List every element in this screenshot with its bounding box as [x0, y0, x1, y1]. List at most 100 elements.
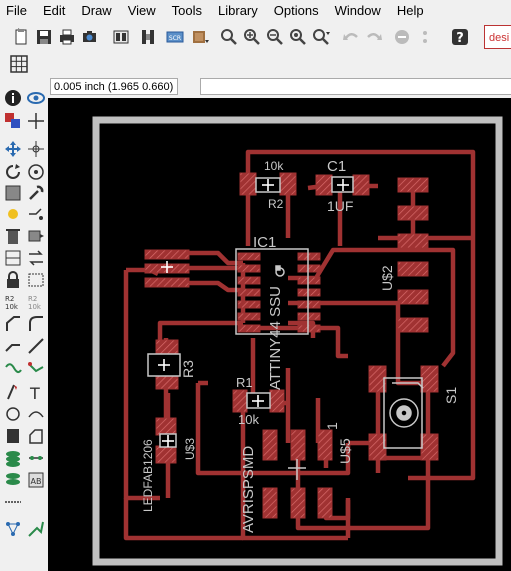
attribute-icon[interactable]: AB: [26, 470, 46, 490]
move-icon[interactable]: [3, 139, 23, 159]
svg-text:?: ?: [456, 31, 464, 46]
optimize-icon[interactable]: [26, 336, 46, 356]
zoom-fit-icon[interactable]: [218, 26, 240, 48]
text-icon[interactable]: T: [26, 382, 46, 402]
save-icon[interactable]: [33, 26, 55, 48]
paste-icon[interactable]: [3, 204, 23, 224]
menu-window[interactable]: Window: [327, 0, 389, 22]
wire-icon[interactable]: [3, 382, 23, 402]
svg-text:R2: R2: [28, 295, 37, 303]
rotate-icon[interactable]: [3, 162, 23, 182]
zoom-in-icon[interactable]: [241, 26, 263, 48]
menu-library[interactable]: Library: [210, 0, 266, 22]
via-icon[interactable]: [3, 448, 23, 468]
copy-icon[interactable]: [26, 139, 46, 159]
menu-options[interactable]: Options: [266, 0, 327, 22]
change-icon[interactable]: [26, 183, 46, 203]
label-c1-value: 1UF: [327, 198, 353, 214]
pinswap-icon[interactable]: [3, 248, 23, 268]
label-ic1-value: ATTINY44 SSU: [267, 286, 284, 390]
smash-icon[interactable]: [26, 270, 46, 290]
hole-icon[interactable]: [3, 470, 23, 490]
script-icon[interactable]: SCR: [164, 26, 186, 48]
menu-bar: File Edit Draw View Tools Library Option…: [0, 0, 511, 22]
menu-file[interactable]: File: [0, 0, 35, 22]
mirror-icon[interactable]: [26, 162, 46, 182]
replace-icon[interactable]: [26, 248, 46, 268]
split-icon[interactable]: [26, 204, 46, 224]
polygon-icon[interactable]: [26, 426, 46, 446]
label-r3: R3: [180, 360, 196, 378]
main-toolbar: SCR ? desi: [0, 22, 511, 53]
board-canvas[interactable]: 10k R2 C1 1UF IC1 ATTINY44 SSU U$2 R3 R1…: [48, 98, 511, 571]
label-ledfab: LEDFAB1206: [141, 439, 155, 512]
svg-text:SCR: SCR: [169, 35, 181, 42]
svg-text:R2: R2: [5, 295, 14, 303]
dimension-icon[interactable]: [3, 492, 23, 512]
miter-icon[interactable]: [3, 314, 23, 334]
svg-text:10k: 10k: [28, 303, 42, 311]
label-one: 1: [324, 422, 340, 430]
name-icon[interactable]: R2 10k: [26, 292, 46, 312]
coordinate-readout: 0.005 inch (1.965 0.660): [50, 78, 178, 95]
zoom-out-icon[interactable]: [264, 26, 286, 48]
layer-icon[interactable]: [189, 26, 211, 48]
menu-draw[interactable]: Draw: [73, 0, 119, 22]
undo-icon[interactable]: [340, 26, 362, 48]
label-us3: U$3: [183, 438, 197, 460]
label-r2-name: R2: [268, 197, 284, 211]
open-icon[interactable]: [10, 26, 32, 48]
display-icon[interactable]: [3, 111, 23, 131]
label-r2-value: 10k: [264, 159, 284, 173]
print-icon[interactable]: [56, 26, 78, 48]
grid-icon[interactable]: [8, 53, 30, 75]
svg-text:T: T: [29, 384, 40, 401]
label-r1-value: 10k: [238, 412, 259, 427]
zoom-select-icon[interactable]: [310, 26, 332, 48]
label-us5: U$5: [337, 438, 353, 464]
info-icon[interactable]: [3, 88, 23, 108]
ratsnest-icon[interactable]: [3, 519, 23, 539]
command-bar: 0.005 inch (1.965 0.660): [0, 76, 511, 98]
redo-icon[interactable]: [363, 26, 385, 48]
group-icon[interactable]: [3, 183, 23, 203]
arc-icon[interactable]: [26, 404, 46, 424]
value-icon[interactable]: R2 10k: [3, 292, 23, 312]
parameter-toolbar: [0, 52, 511, 77]
signal-icon[interactable]: [26, 448, 46, 468]
circle-icon[interactable]: [3, 404, 23, 424]
label-ic1-name: IC1: [253, 234, 276, 251]
split-wire-icon[interactable]: [3, 336, 23, 356]
design-link-tab[interactable]: desi: [484, 25, 511, 49]
menu-edit[interactable]: Edit: [35, 0, 73, 22]
label-r1-name: R1: [236, 375, 253, 390]
help-icon[interactable]: ?: [449, 26, 471, 48]
pads: [144, 172, 439, 519]
bend-icon[interactable]: [26, 314, 46, 334]
command-input[interactable]: [200, 78, 511, 95]
show-icon[interactable]: [26, 88, 46, 108]
tool-palette: R2 10k R2 10k T AB: [0, 76, 48, 571]
autorouter-icon[interactable]: [26, 519, 46, 539]
menu-tools[interactable]: Tools: [164, 0, 210, 22]
ulp-icon[interactable]: [137, 26, 159, 48]
ripup-icon[interactable]: [26, 358, 46, 378]
rect-icon[interactable]: [3, 426, 23, 446]
label-c1-name: C1: [327, 158, 346, 175]
delete-icon[interactable]: [3, 226, 23, 246]
route-icon[interactable]: [3, 358, 23, 378]
go-icon[interactable]: [414, 26, 436, 48]
label-us2: U$2: [379, 265, 395, 291]
menu-view[interactable]: View: [120, 0, 164, 22]
add-icon[interactable]: [26, 226, 46, 246]
stop-icon[interactable]: [391, 26, 413, 48]
menu-help[interactable]: Help: [389, 0, 432, 22]
label-avrisp: AVRISPSMD: [240, 446, 257, 533]
label-s1: S1: [443, 387, 459, 404]
svg-text:AB: AB: [31, 477, 42, 486]
zoom-redraw-icon[interactable]: [287, 26, 309, 48]
cam-icon[interactable]: [79, 26, 101, 48]
mark-icon[interactable]: [26, 111, 46, 131]
board-switch-icon[interactable]: [110, 26, 132, 48]
lock-icon[interactable]: [3, 270, 23, 290]
